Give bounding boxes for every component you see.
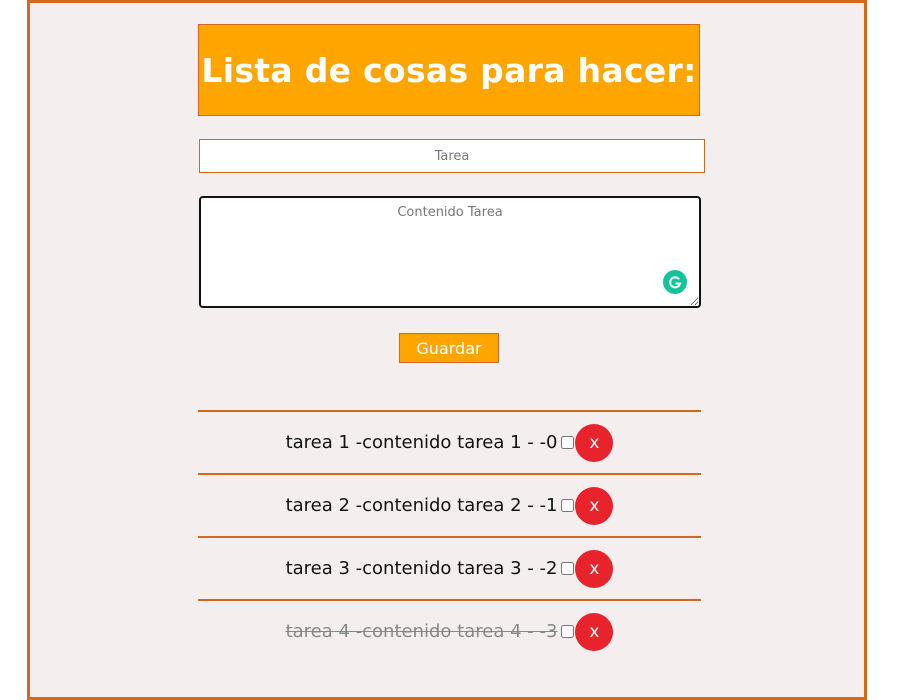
task-done-checkbox[interactable]	[561, 625, 575, 638]
task-text: tarea 4 -contenido tarea 4 - -3	[285, 621, 558, 642]
delete-task-button[interactable]: x	[575, 423, 614, 462]
page-title: Lista de cosas para hacer:	[201, 50, 697, 90]
delete-task-button[interactable]: x	[575, 486, 614, 525]
task-row: tarea 2 -contenido tarea 2 - -1 x	[198, 473, 701, 536]
delete-task-button[interactable]: x	[575, 612, 614, 651]
save-button[interactable]: Guardar	[399, 333, 499, 363]
page-header: Lista de cosas para hacer:	[198, 24, 700, 116]
task-done-checkbox[interactable]	[561, 562, 575, 575]
task-text: tarea 1 -contenido tarea 1 - -0	[285, 432, 558, 453]
task-title-input[interactable]	[199, 139, 705, 173]
task-row: tarea 1 -contenido tarea 1 - -0 x	[198, 410, 701, 473]
task-row: tarea 4 -contenido tarea 4 - -3 x	[198, 599, 701, 662]
task-done-checkbox[interactable]	[561, 499, 575, 512]
task-text: tarea 2 -contenido tarea 2 - -1	[285, 495, 558, 516]
task-content-textarea[interactable]	[199, 196, 701, 308]
task-list: tarea 1 -contenido tarea 1 - -0 x tarea …	[198, 410, 701, 662]
task-row: tarea 3 -contenido tarea 3 - -2 x	[198, 536, 701, 599]
task-text: tarea 3 -contenido tarea 3 - -2	[285, 558, 558, 579]
task-done-checkbox[interactable]	[561, 436, 575, 449]
delete-task-button[interactable]: x	[575, 549, 614, 588]
grammarly-g-icon	[669, 276, 682, 289]
grammarly-icon[interactable]	[663, 270, 687, 294]
